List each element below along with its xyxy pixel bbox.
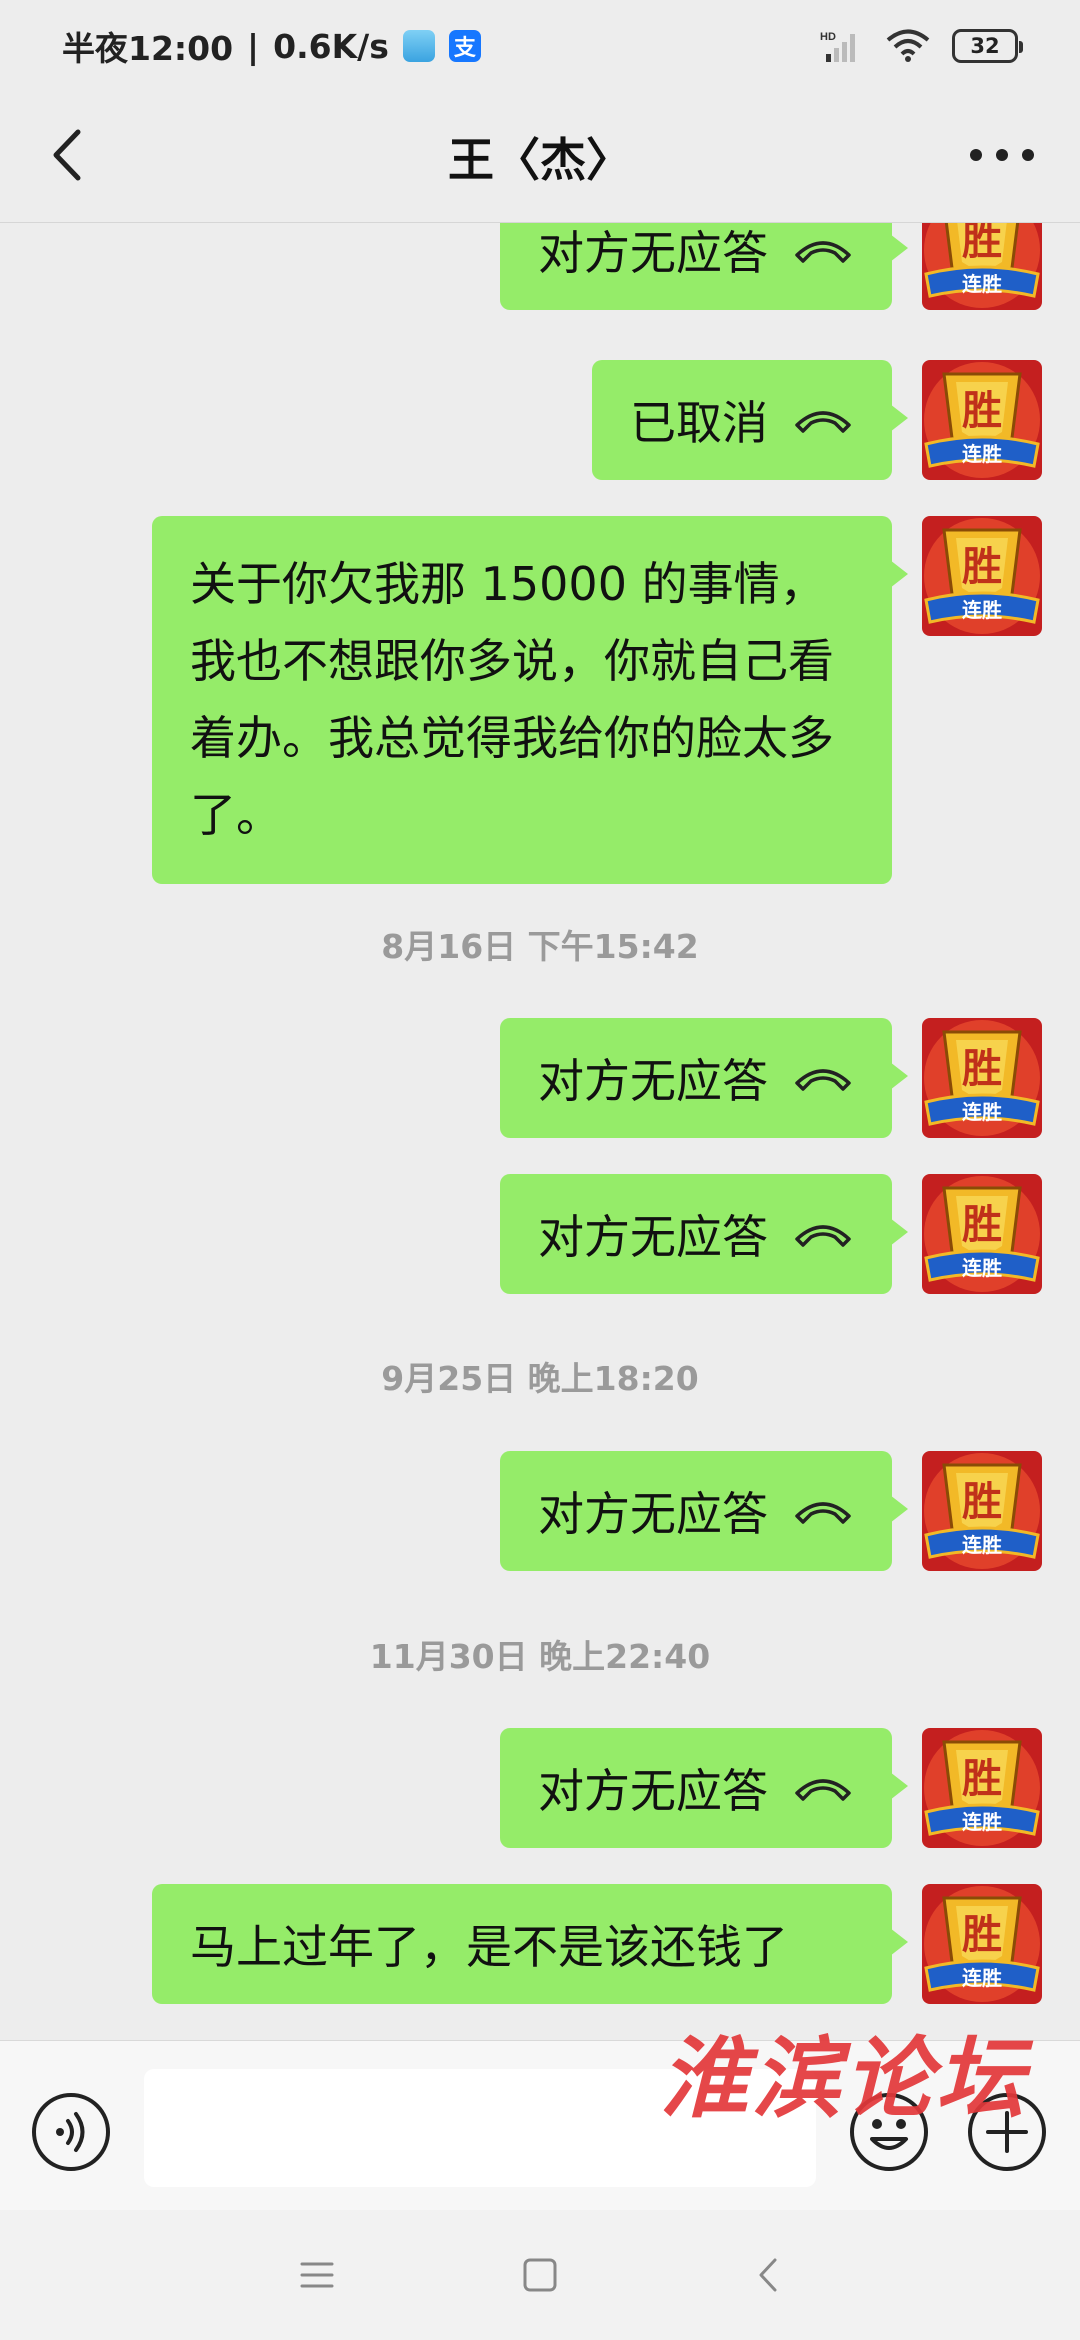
phone-hangup-icon bbox=[795, 1225, 851, 1247]
avatar[interactable]: 胜 连胜 bbox=[922, 516, 1042, 636]
text-bubble[interactable]: 马上过年了，是不是该还钱了 bbox=[152, 1884, 908, 2004]
chat-area[interactable]: 对方无应答 胜 连胜 已取消 胜 连胜 关于你欠我那 15000 的事情，我也不… bbox=[0, 223, 1080, 2040]
avatar-top-text: 胜 bbox=[962, 388, 1002, 434]
call-bubble[interactable]: 对方无应答 bbox=[500, 223, 908, 310]
voice-input-icon[interactable] bbox=[30, 2091, 112, 2173]
avatar-top-text: 胜 bbox=[962, 223, 1002, 264]
phone-hangup-icon bbox=[795, 1779, 851, 1801]
more-options-icon[interactable] bbox=[962, 120, 1042, 190]
chat-title: 王〈杰〉 bbox=[448, 133, 632, 187]
avatar-top-text: 胜 bbox=[962, 1202, 1002, 1248]
chat-header: 王〈杰〉 bbox=[0, 92, 1080, 222]
avatar-badge-icon: 胜 连胜 bbox=[922, 1018, 1042, 1138]
battery-icon: 32 bbox=[952, 29, 1023, 63]
system-nav-bar bbox=[0, 2210, 1080, 2340]
forum-watermark: 淮滨论坛 bbox=[660, 2026, 1029, 2130]
call-bubble[interactable]: 对方无应答 bbox=[500, 1174, 908, 1294]
call-status-text: 对方无应答 bbox=[538, 1210, 768, 1264]
avatar-top-text: 胜 bbox=[962, 1912, 1002, 1958]
nav-back-icon[interactable] bbox=[745, 2250, 795, 2300]
message-row: 对方无应答 胜 连胜 bbox=[500, 223, 1042, 310]
message-text: 马上过年了，是不是该还钱了 bbox=[190, 1920, 788, 1974]
avatar[interactable]: 胜 连胜 bbox=[922, 360, 1042, 480]
message-row: 对方无应答 胜 连胜 bbox=[500, 1174, 1042, 1294]
avatar-top-text: 胜 bbox=[962, 1046, 1002, 1092]
back-arrow-icon[interactable] bbox=[38, 120, 108, 190]
timestamp-separator: 8月16日 下午15:42 bbox=[381, 927, 699, 966]
avatar-top-text: 胜 bbox=[962, 544, 1002, 590]
avatar[interactable]: 胜 连胜 bbox=[922, 1884, 1042, 2004]
status-right: HD 32 bbox=[820, 28, 1023, 64]
message-row: 已取消 胜 连胜 bbox=[592, 360, 1042, 480]
avatar[interactable]: 胜 连胜 bbox=[922, 1451, 1042, 1571]
message-row: 关于你欠我那 15000 的事情，我也不想跟你多说，你就自己看着办。我总觉得我给… bbox=[152, 516, 1042, 884]
avatar-badge-icon: 胜 连胜 bbox=[922, 516, 1042, 636]
text-bubble[interactable]: 关于你欠我那 15000 的事情，我也不想跟你多说，你就自己看着办。我总觉得我给… bbox=[152, 516, 908, 884]
signal-icon: HD bbox=[820, 31, 855, 62]
call-status-text: 对方无应答 bbox=[538, 1054, 768, 1108]
status-time: 半夜12:00 bbox=[62, 29, 234, 68]
avatar-bottom-text: 连胜 bbox=[962, 1810, 1002, 1834]
status-divider: | bbox=[247, 26, 260, 66]
phone-hangup-icon bbox=[795, 1502, 851, 1524]
message-row: 对方无应答 胜 连胜 bbox=[500, 1018, 1042, 1138]
avatar-bottom-text: 连胜 bbox=[962, 1966, 1002, 1990]
status-left: 半夜12:00 | 0.6K/s 支 bbox=[62, 22, 481, 70]
phone-hangup-icon bbox=[795, 1069, 851, 1091]
avatar-bottom-text: 连胜 bbox=[962, 598, 1002, 622]
avatar-badge-icon: 胜 连胜 bbox=[922, 1884, 1042, 2004]
avatar-bottom-text: 连胜 bbox=[962, 442, 1002, 466]
menu-icon[interactable] bbox=[292, 2250, 342, 2300]
avatar-top-text: 胜 bbox=[962, 1479, 1002, 1525]
phone-hangup-icon bbox=[795, 241, 851, 263]
timestamp-separator: 11月30日 晚上22:40 bbox=[369, 1637, 711, 1676]
avatar-badge-icon: 胜 连胜 bbox=[922, 360, 1042, 480]
timestamp-separator: 9月25日 晚上18:20 bbox=[381, 1359, 699, 1398]
message-row: 马上过年了，是不是该还钱了 胜 连胜 bbox=[152, 1884, 1042, 2004]
network-type-label: HD bbox=[820, 31, 836, 43]
call-status-text: 对方无应答 bbox=[538, 1487, 768, 1541]
avatar[interactable]: 胜 连胜 bbox=[922, 1728, 1042, 1848]
avatar[interactable]: 胜 连胜 bbox=[922, 1018, 1042, 1138]
status-bar: 半夜12:00 | 0.6K/s 支 HD 32 bbox=[0, 0, 1080, 92]
wifi-icon bbox=[886, 29, 930, 62]
avatar-top-text: 胜 bbox=[962, 1756, 1002, 1802]
avatar[interactable]: 胜 连胜 bbox=[922, 223, 1042, 310]
avatar-bottom-text: 连胜 bbox=[962, 272, 1002, 296]
message-text: 关于你欠我那 15000 的事情，我也不想跟你多说，你就自己看着办。我总觉得我给… bbox=[190, 557, 834, 842]
call-bubble[interactable]: 已取消 bbox=[592, 360, 908, 480]
notification-app-icon bbox=[402, 30, 435, 62]
avatar-bottom-text: 连胜 bbox=[962, 1533, 1002, 1557]
avatar[interactable]: 胜 连胜 bbox=[922, 1174, 1042, 1294]
battery-level: 32 bbox=[970, 34, 1000, 58]
call-bubble[interactable]: 对方无应答 bbox=[500, 1018, 908, 1138]
avatar-bottom-text: 连胜 bbox=[962, 1256, 1002, 1280]
avatar-badge-icon: 胜 连胜 bbox=[922, 1451, 1042, 1571]
call-status-text: 对方无应答 bbox=[538, 1764, 768, 1818]
avatar-bottom-text: 连胜 bbox=[962, 1100, 1002, 1124]
call-bubble[interactable]: 对方无应答 bbox=[500, 1451, 908, 1571]
status-net-speed: 0.6K/s bbox=[273, 26, 389, 66]
avatar-badge-icon: 胜 连胜 bbox=[922, 1728, 1042, 1848]
alipay-icon: 支 bbox=[448, 30, 481, 62]
call-bubble[interactable]: 对方无应答 bbox=[500, 1728, 908, 1848]
message-row: 对方无应答 胜 连胜 bbox=[500, 1451, 1042, 1571]
avatar-badge-icon: 胜 连胜 bbox=[922, 223, 1042, 310]
call-status-text: 已取消 bbox=[630, 396, 768, 450]
phone-hangup-icon bbox=[795, 411, 851, 433]
avatar-badge-icon: 胜 连胜 bbox=[922, 1174, 1042, 1294]
home-icon[interactable] bbox=[515, 2250, 565, 2300]
call-status-text: 对方无应答 bbox=[538, 226, 768, 280]
message-row: 对方无应答 胜 连胜 bbox=[500, 1728, 1042, 1848]
